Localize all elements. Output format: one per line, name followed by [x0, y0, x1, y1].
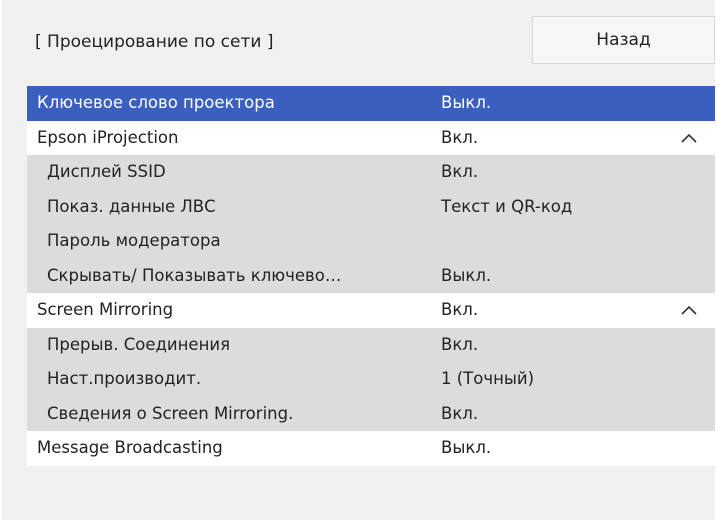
menu-item-label: Прерыв. Соединения — [47, 334, 231, 354]
menu-item-message-broadcasting[interactable]: Message Broadcasting Выкл. — [27, 431, 715, 466]
menu-item-label: Наст.производит. — [47, 369, 202, 388]
menu-item-value: Вкл. — [441, 300, 479, 319]
menu-item-value: Выкл. — [441, 438, 492, 457]
menu-item-show-lan-info[interactable]: Показ. данные ЛВС Текст и QR-код — [27, 189, 715, 224]
menu-item-label: Пароль модератора — [47, 231, 221, 250]
menu-item-value: Вкл. — [441, 127, 479, 147]
menu-item-value: Вкл. — [441, 162, 479, 181]
menu-item-screen-mirroring[interactable]: Screen Mirroring Вкл. — [27, 293, 715, 328]
menu-item-value: Вкл. — [441, 334, 479, 354]
menu-item-label: Скрывать/ Показывать ключево… — [47, 265, 342, 285]
menu-item-label: Дисплей SSID — [47, 162, 166, 181]
menu-item-epson-iprojection[interactable]: Epson iProjection Вкл. — [27, 120, 715, 155]
menu-item-display-ssid[interactable]: Дисплей SSID Вкл. — [27, 155, 715, 190]
menu-item-moderator-password[interactable]: Пароль модератора — [27, 224, 715, 259]
menu-item-label: Screen Mirroring — [37, 300, 174, 319]
menu-item-projector-keyword[interactable]: Ключевое слово проектора Выкл. — [27, 86, 715, 121]
menu-item-hide-show-keyword[interactable]: Скрывать/ Показывать ключево… Выкл. — [27, 258, 715, 293]
menu-item-label: Показ. данные ЛВС — [47, 196, 216, 216]
menu-item-label: Сведения о Screen Mirroring. — [47, 403, 294, 423]
menu-item-value: Выкл. — [441, 265, 492, 285]
menu-item-label: Epson iProjection — [37, 127, 179, 147]
menu-item-value: Текст и QR-код — [441, 196, 573, 216]
menu-title: [ Проецирование по сети ] — [35, 32, 274, 52]
menu-item-performance-setting[interactable]: Наст.производит. 1 (Точный) — [27, 362, 715, 397]
menu-item-label: Ключевое слово проектора — [37, 93, 275, 112]
chevron-up-icon[interactable] — [681, 133, 697, 143]
menu-item-value: Выкл. — [441, 93, 492, 112]
menu-item-screen-mirroring-info[interactable]: Сведения о Screen Mirroring. Вкл. — [27, 396, 715, 431]
chevron-up-icon[interactable] — [681, 305, 697, 315]
menu-item-value: 1 (Точный) — [441, 369, 535, 388]
menu-item-label: Message Broadcasting — [37, 438, 223, 457]
menu-header: [ Проецирование по сети ] Назад — [2, 0, 715, 84]
menu-item-value: Вкл. — [441, 403, 479, 423]
back-button[interactable]: Назад — [532, 16, 715, 64]
menu-list: Ключевое слово проектора Выкл. Epson iPr… — [27, 86, 715, 466]
settings-panel: [ Проецирование по сети ] Назад Ключевое… — [2, 0, 715, 520]
menu-item-interrupt-connection[interactable]: Прерыв. Соединения Вкл. — [27, 327, 715, 362]
